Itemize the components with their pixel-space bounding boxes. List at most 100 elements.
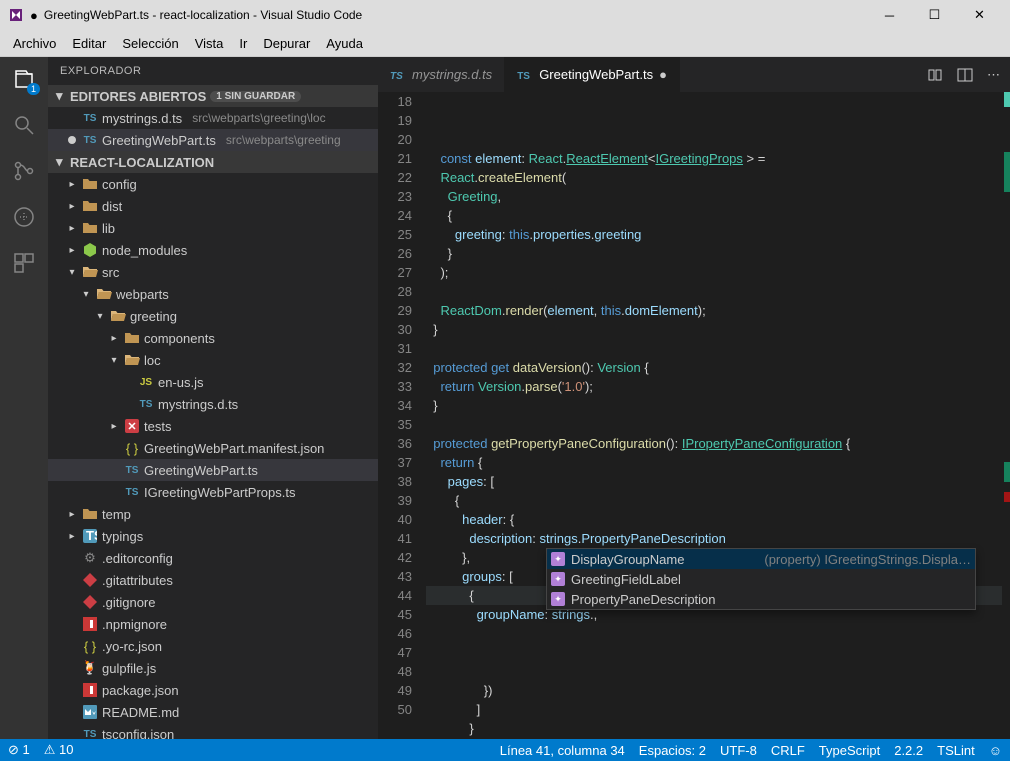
code-line[interactable]: }): [426, 681, 1010, 700]
code-line[interactable]: }: [426, 396, 1010, 415]
code-line[interactable]: [426, 282, 1010, 301]
tree-item[interactable]: TStsconfig.json: [48, 723, 378, 739]
tree-item[interactable]: ⚙.editorconfig: [48, 547, 378, 569]
status-errors[interactable]: ⊘ 1: [8, 742, 30, 758]
tree-item[interactable]: ▸dist: [48, 195, 378, 217]
code-line[interactable]: return {: [426, 453, 1010, 472]
suggest-widget[interactable]: ✦DisplayGroupName(property) IGreetingStr…: [546, 548, 976, 610]
item-label: lib: [102, 221, 115, 236]
code-line[interactable]: ]: [426, 700, 1010, 719]
code-line[interactable]: greeting: this.properties.greeting: [426, 225, 1010, 244]
code-line[interactable]: [426, 339, 1010, 358]
code-line[interactable]: [426, 415, 1010, 434]
tree-item[interactable]: ▸lib: [48, 217, 378, 239]
suggest-item[interactable]: ✦PropertyPaneDescription: [547, 589, 975, 609]
code-line[interactable]: header: {: [426, 510, 1010, 529]
tree-item[interactable]: TSIGreetingWebPartProps.ts: [48, 481, 378, 503]
menu-seleccion[interactable]: Selección: [114, 32, 186, 55]
menu-editar[interactable]: Editar: [64, 32, 114, 55]
code-line[interactable]: pages: [: [426, 472, 1010, 491]
tree-item[interactable]: ▸tests: [48, 415, 378, 437]
menu-ir[interactable]: Ir: [231, 32, 255, 55]
menu-ayuda[interactable]: Ayuda: [318, 32, 371, 55]
tree-item[interactable]: { }.yo-rc.json: [48, 635, 378, 657]
code-line[interactable]: ]: [426, 738, 1010, 739]
code-editor[interactable]: 1819202122232425262728293031323334353637…: [378, 92, 1010, 739]
status-version[interactable]: 2.2.2: [894, 743, 923, 758]
tree-item[interactable]: { }GreetingWebPart.manifest.json: [48, 437, 378, 459]
twistie-icon: ▸: [108, 421, 120, 432]
tree-item[interactable]: ▸temp: [48, 503, 378, 525]
code-line[interactable]: Greeting,: [426, 187, 1010, 206]
menu-archivo[interactable]: Archivo: [5, 32, 64, 55]
tree-item[interactable]: TSGreetingWebPart.ts: [48, 459, 378, 481]
tree-item[interactable]: .gitattributes: [48, 569, 378, 591]
suggest-item[interactable]: ✦GreetingFieldLabel: [547, 569, 975, 589]
code-line[interactable]: [426, 643, 1010, 662]
status-eol[interactable]: CRLF: [771, 743, 805, 758]
editor-tab[interactable]: TSGreetingWebPart.ts●: [505, 57, 680, 92]
code-line[interactable]: protected get dataVersion(): Version {: [426, 358, 1010, 377]
tree-item[interactable]: TSmystrings.d.ts: [48, 393, 378, 415]
code-line[interactable]: }: [426, 719, 1010, 738]
minimize-button[interactable]: ─: [867, 0, 912, 30]
tree-item[interactable]: ▾webparts: [48, 283, 378, 305]
file-path: src\webparts\greeting\loc: [192, 111, 325, 125]
file-tree[interactable]: ▸config▸dist▸lib▸node_modules▾src▾webpar…: [48, 173, 378, 739]
status-spaces[interactable]: Espacios: 2: [639, 743, 706, 758]
code-line[interactable]: [426, 662, 1010, 681]
status-language[interactable]: TypeScript: [819, 743, 880, 758]
status-encoding[interactable]: UTF-8: [720, 743, 757, 758]
tree-item[interactable]: .gitignore: [48, 591, 378, 613]
overview-ruler[interactable]: [1002, 92, 1010, 739]
menu-depurar[interactable]: Depurar: [255, 32, 318, 55]
status-feedback-icon[interactable]: ☺: [989, 743, 1002, 758]
code-line[interactable]: const element: React.ReactElement<IGreet…: [426, 149, 1010, 168]
tab-label: mystrings.d.ts: [412, 67, 492, 82]
open-editors-header[interactable]: ▾ EDITORES ABIERTOS 1 SIN GUARDAR: [48, 85, 378, 107]
activity-explorer[interactable]: 1: [10, 65, 38, 93]
code-line[interactable]: {: [426, 491, 1010, 510]
activity-extensions[interactable]: [10, 249, 38, 277]
code-line[interactable]: );: [426, 263, 1010, 282]
open-editor-item[interactable]: TSGreetingWebPart.tssrc\webparts\greetin…: [48, 129, 378, 151]
tree-item[interactable]: ▾src: [48, 261, 378, 283]
tree-item[interactable]: ▸TStypings: [48, 525, 378, 547]
tree-item[interactable]: 🍹gulpfile.js: [48, 657, 378, 679]
code-line[interactable]: description: strings.PropertyPaneDescrip…: [426, 529, 1010, 548]
tree-item[interactable]: package.json: [48, 679, 378, 701]
more-icon[interactable]: ⋯: [987, 67, 1000, 83]
open-editor-item[interactable]: TSmystrings.d.tssrc\webparts\greeting\lo…: [48, 107, 378, 129]
tree-item[interactable]: ▸node_modules: [48, 239, 378, 261]
status-tslint[interactable]: TSLint: [937, 743, 975, 758]
code-line[interactable]: return Version.parse('1.0');: [426, 377, 1010, 396]
project-header[interactable]: ▾ REACT-LOCALIZATION: [48, 151, 378, 173]
activity-debug[interactable]: [10, 203, 38, 231]
status-cursor[interactable]: Línea 41, columna 34: [500, 743, 625, 758]
activity-search[interactable]: [10, 111, 38, 139]
tree-item[interactable]: ▾greeting: [48, 305, 378, 327]
code-line[interactable]: }: [426, 244, 1010, 263]
code-line[interactable]: React.createElement(: [426, 168, 1010, 187]
code-line[interactable]: }: [426, 320, 1010, 339]
editor-tab[interactable]: TSmystrings.d.ts: [378, 57, 505, 92]
menu-vista[interactable]: Vista: [187, 32, 232, 55]
code-line[interactable]: {: [426, 206, 1010, 225]
close-button[interactable]: ✕: [957, 0, 1002, 30]
tree-item[interactable]: README.md: [48, 701, 378, 723]
tree-item[interactable]: .npmignore: [48, 613, 378, 635]
activity-scm[interactable]: [10, 157, 38, 185]
status-warnings[interactable]: ⚠ 10: [44, 742, 74, 758]
suggest-item[interactable]: ✦DisplayGroupName(property) IGreetingStr…: [547, 549, 975, 569]
tree-item[interactable]: JSen-us.js: [48, 371, 378, 393]
code-line[interactable]: protected getPropertyPaneConfiguration()…: [426, 434, 1010, 453]
tree-item[interactable]: ▸config: [48, 173, 378, 195]
code-line[interactable]: ReactDom.render(element, this.domElement…: [426, 301, 1010, 320]
maximize-button[interactable]: ☐: [912, 0, 957, 30]
split-editor-icon[interactable]: [957, 67, 973, 83]
tree-item[interactable]: ▾loc: [48, 349, 378, 371]
tree-item[interactable]: ▸components: [48, 327, 378, 349]
item-label: README.md: [102, 705, 179, 720]
compare-icon[interactable]: [927, 67, 943, 83]
code-line[interactable]: [426, 624, 1010, 643]
